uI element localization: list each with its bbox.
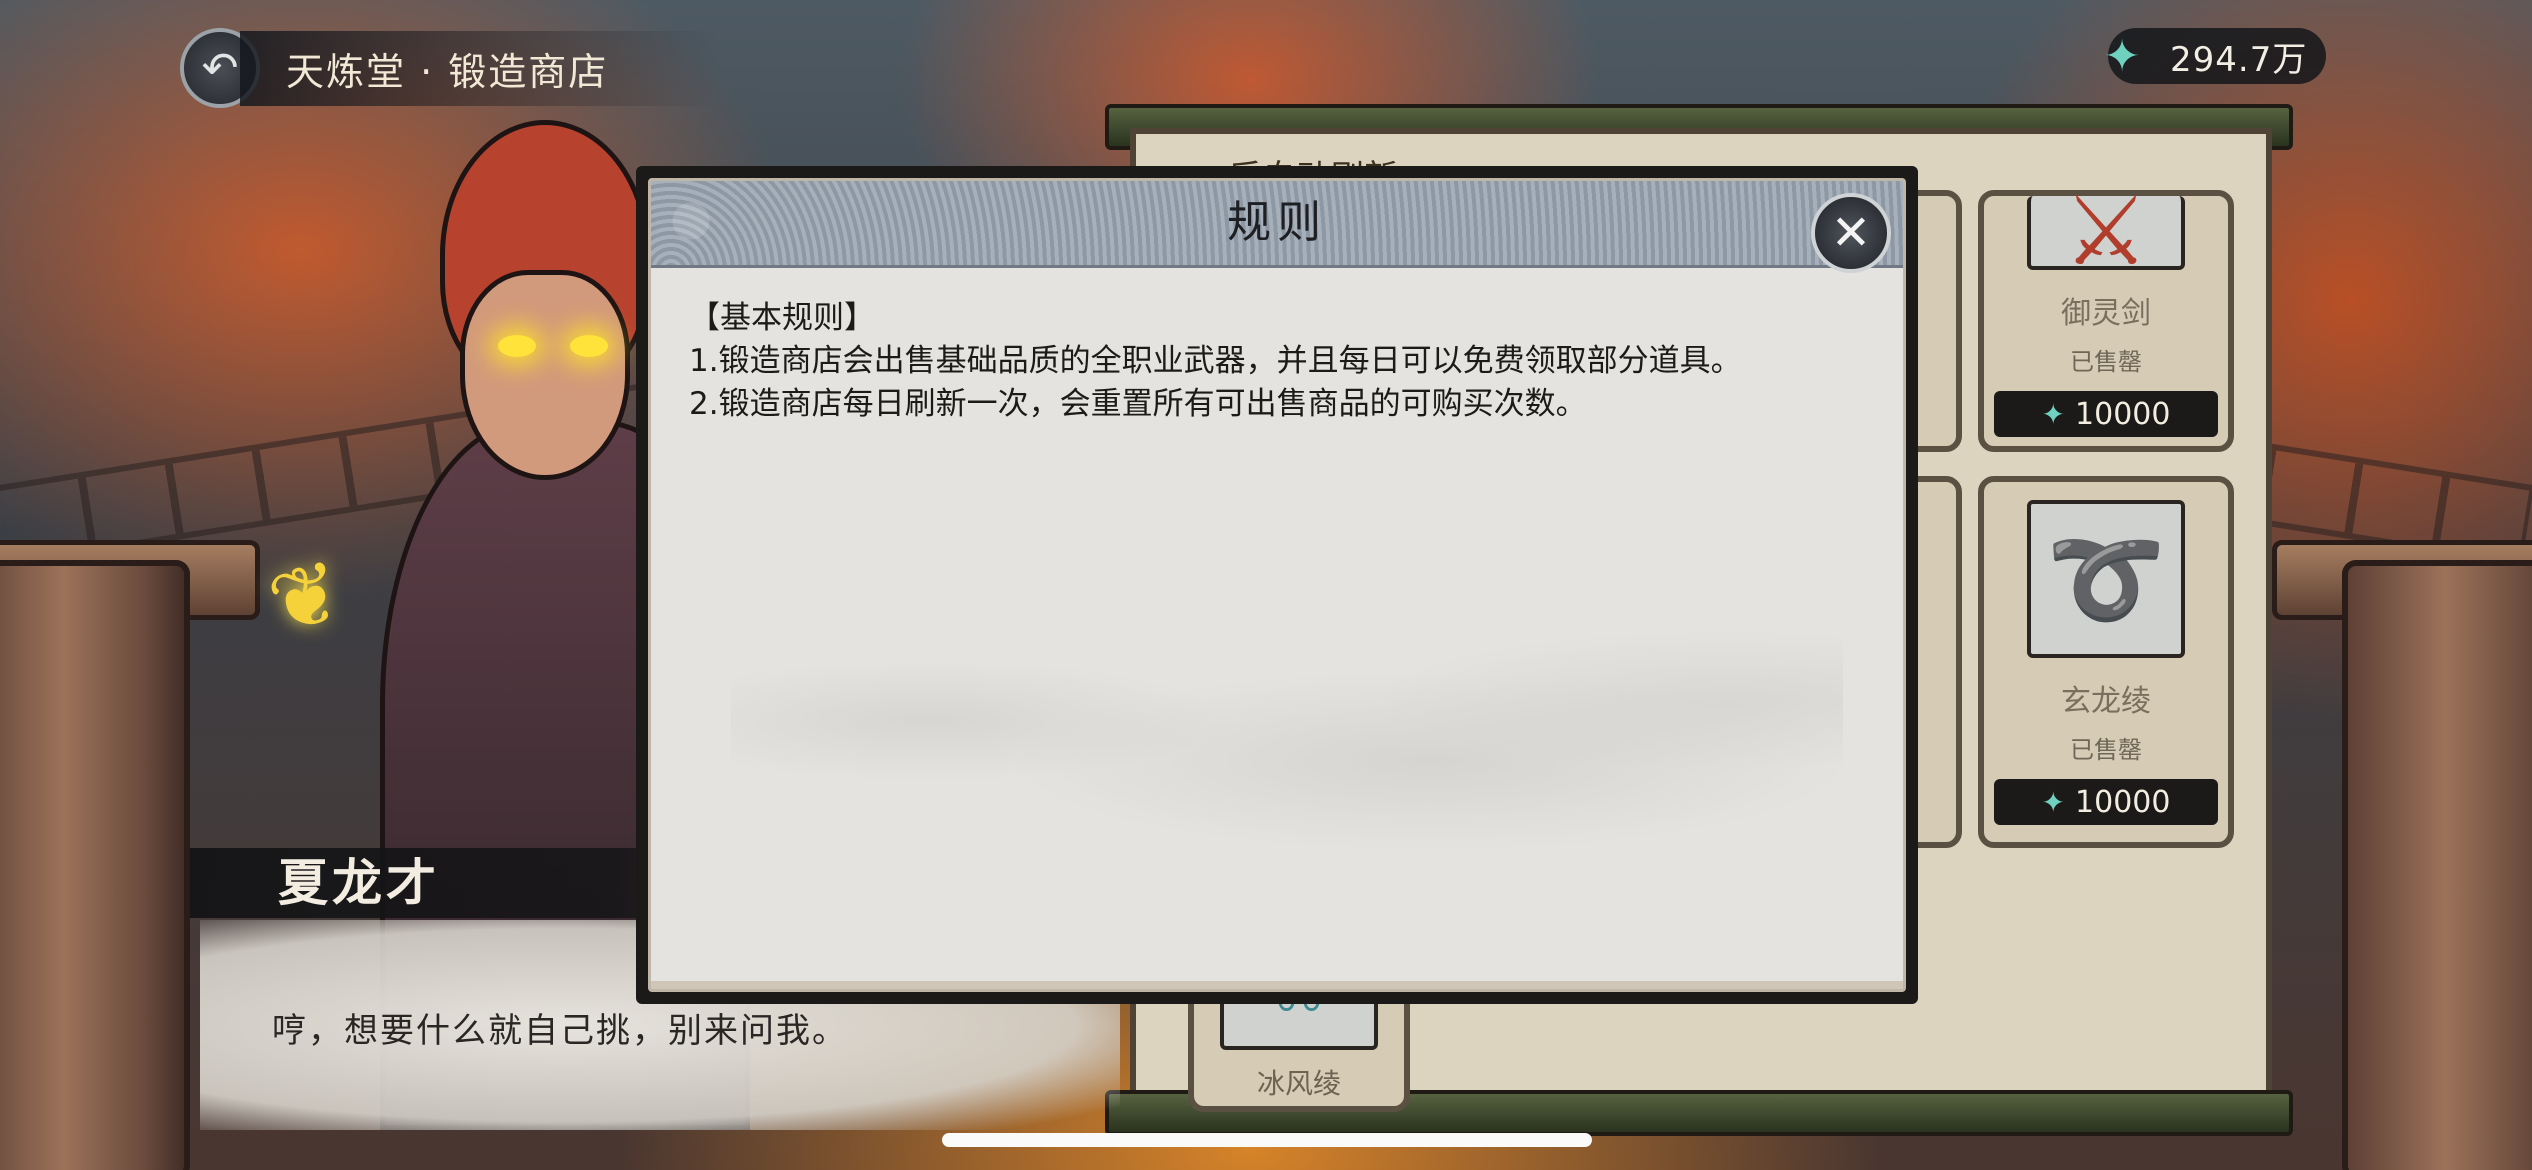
jade-gem-icon: ✦ xyxy=(2041,397,2066,431)
home-indicator[interactable] xyxy=(942,1133,1592,1147)
currency-display[interactable]: ✦ 294.7万 xyxy=(2104,28,2326,84)
jade-gem-plus-icon[interactable]: ✦ xyxy=(2096,30,2148,82)
currency-value: 294.7万 xyxy=(2170,39,2308,80)
item-name: 玄龙绫 xyxy=(2061,684,2151,719)
rules-text: 【基本规则】 1.锻造商店会出售基础品质的全职业武器，并且每日可以免费领取部分道… xyxy=(689,297,1863,426)
modal-frame-bottom xyxy=(651,981,1903,989)
jade-gem-icon: ✦ xyxy=(2041,785,2066,819)
pillar-left xyxy=(0,560,190,1170)
item-name: 御灵剑 xyxy=(2061,296,2151,331)
pillar-right xyxy=(2342,560,2532,1170)
modal-title: 规则 xyxy=(1227,197,1327,248)
rule-line: 2.锻造商店每日刷新一次，会重置所有可出售商品的可购买次数。 xyxy=(689,386,1587,422)
dialog-text: 哼，想要什么就自己挑，别来问我。 xyxy=(272,1011,848,1051)
shop-item-card[interactable]: ➰ 玄龙绫 已售罄 ✦ 10000 xyxy=(1978,476,2234,848)
item-status: 已售罄 xyxy=(2070,348,2142,376)
item-status: 已售罄 xyxy=(2070,736,2142,764)
item-name: 冰风绫 xyxy=(1256,1067,1341,1100)
rules-modal: 规则 ✕ 【基本规则】 1.锻造商店会出售基础品质的全职业武器，并且每日可以免费… xyxy=(636,166,1918,1004)
ribbon-icon: ➰ xyxy=(2027,500,2185,658)
rules-heading: 【基本规则】 xyxy=(689,300,875,336)
close-icon[interactable]: ✕ xyxy=(1811,193,1891,273)
item-price: ✦ 10000 xyxy=(1994,391,2218,437)
rule-line: 1.锻造商店会出售基础品质的全职业武器，并且每日可以免费领取部分道具。 xyxy=(689,343,1742,379)
shop-item-card[interactable]: ⚔ 御灵剑 已售罄 ✦ 10000 xyxy=(1978,175,2234,452)
item-price: ✦ 10000 xyxy=(1994,779,2218,825)
item-price-value: 10000 xyxy=(2075,784,2171,820)
mist-decoration xyxy=(731,581,1843,901)
butterfly-icon: ❦ xyxy=(258,540,354,656)
page-title: 天炼堂 · 锻造商店 xyxy=(240,30,719,106)
rules-modal-body: 规则 ✕ 【基本规则】 1.锻造商店会出售基础品质的全职业武器，并且每日可以免费… xyxy=(648,178,1906,992)
item-price-value: 10000 xyxy=(2075,396,2171,432)
sword-icon: ⚔ xyxy=(2027,175,2185,287)
top-header: ↶ 天炼堂 · 锻造商店 xyxy=(180,28,719,108)
